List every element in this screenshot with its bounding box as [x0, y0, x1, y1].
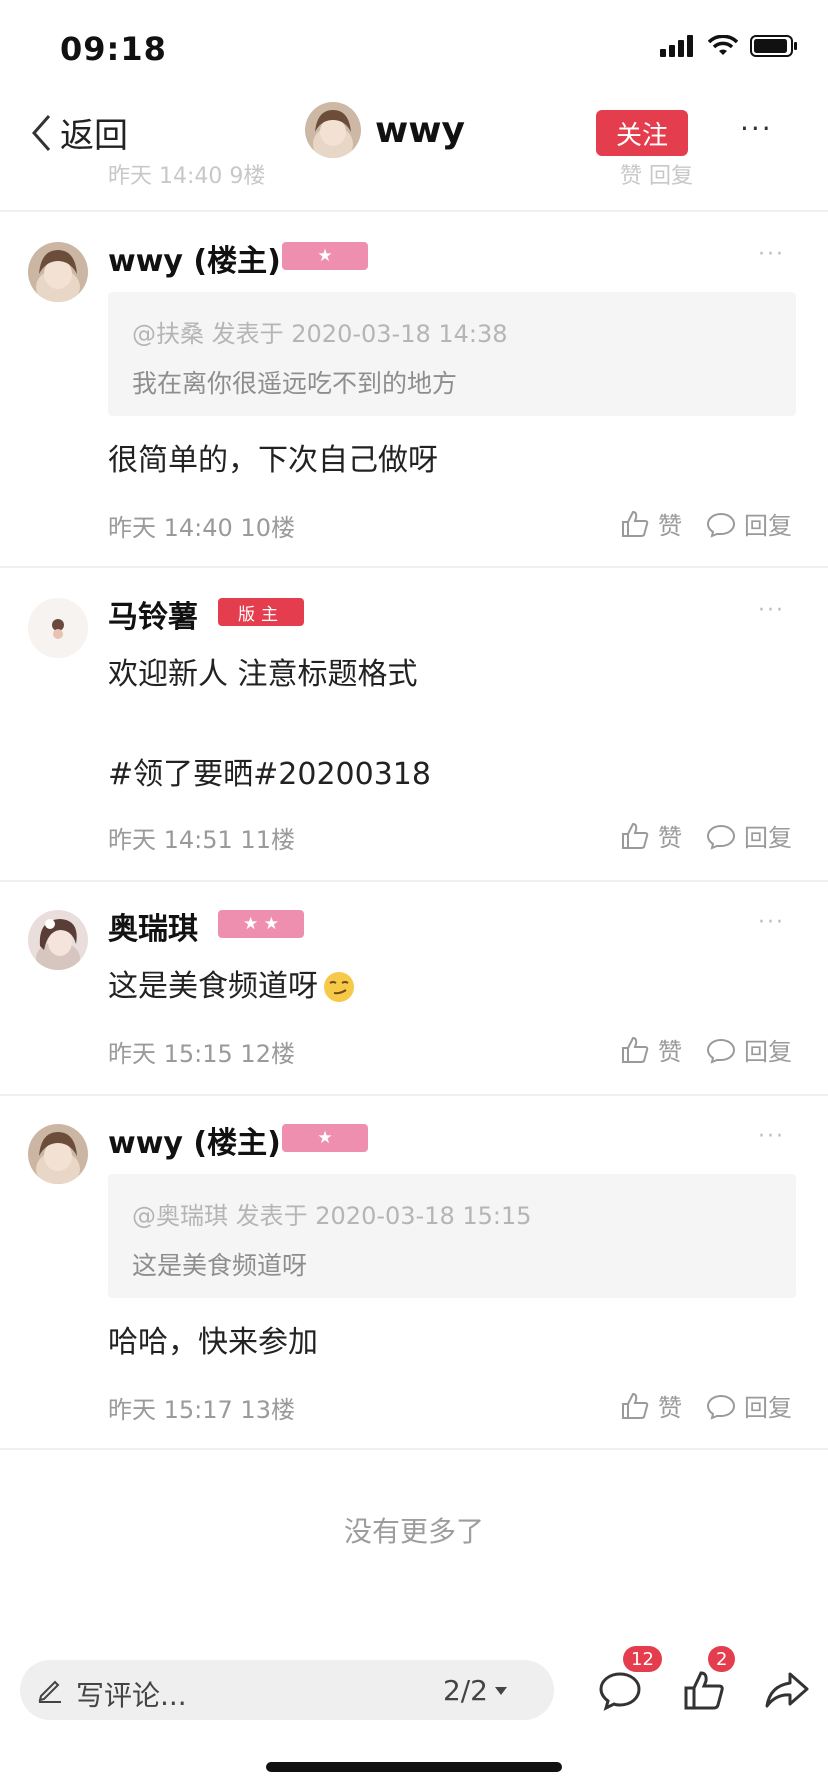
divider — [0, 566, 828, 568]
like-button[interactable]: 赞 — [620, 1032, 682, 1067]
share-button[interactable] — [764, 1668, 810, 1716]
thumbs-up-icon — [622, 1036, 649, 1063]
previous-post-meta: 昨天 14:40 9楼 — [108, 164, 266, 189]
like-label: 赞 — [658, 1394, 682, 1422]
quote-meta: @奥瑞琪 发表于 2020-03-18 15:15 — [132, 1202, 532, 1230]
like-label: 赞 — [658, 1038, 682, 1066]
thumbs-up-icon — [622, 1392, 649, 1419]
header-avatar — [305, 102, 361, 158]
follow-button[interactable]: 关注 — [596, 110, 688, 156]
share-arrow-icon — [765, 1672, 809, 1708]
header-title-group[interactable]: wwy — [305, 102, 465, 158]
comment-icon — [706, 824, 736, 850]
avatar[interactable] — [28, 1124, 88, 1184]
like-count-badge: 2 — [708, 1646, 736, 1672]
divider — [0, 1448, 828, 1450]
like-label: 赞 — [658, 824, 682, 852]
post-content: 这是美食频道呀 — [108, 969, 318, 1004]
back-label: 返回 — [60, 116, 128, 156]
divider — [0, 880, 828, 882]
back-button[interactable]: 返回 — [30, 108, 128, 157]
quote-meta: @扶桑 发表于 2020-03-18 14:38 — [132, 320, 508, 348]
page-title: wwy — [375, 109, 465, 151]
post-more-icon[interactable]: ··· — [758, 1124, 785, 1149]
end-of-list-text: 没有更多了 — [343, 1515, 484, 1548]
comment-icon — [706, 1394, 736, 1420]
author-name[interactable]: wwy (楼主) — [108, 236, 281, 280]
author-name[interactable]: 马铃薯 — [108, 592, 198, 636]
post-more-icon[interactable]: ··· — [758, 598, 785, 623]
avatar[interactable] — [28, 910, 88, 970]
quoted-reply[interactable]: @奥瑞琪 发表于 2020-03-18 15:15 这是美食频道呀 — [108, 1174, 796, 1298]
thumbs-up-icon — [622, 822, 649, 849]
comment-input[interactable]: 写评论... 2/2 — [20, 1660, 554, 1720]
comment-placeholder: 写评论... — [76, 1679, 187, 1712]
avatar[interactable] — [28, 598, 88, 658]
more-options-icon[interactable]: ··· — [740, 112, 773, 145]
divider — [0, 210, 828, 212]
post-more-icon[interactable]: ··· — [758, 910, 785, 935]
comment-count-badge: 12 — [623, 1646, 662, 1672]
author-name[interactable]: 奥瑞琪 — [108, 904, 198, 948]
like-label: 赞 — [658, 512, 682, 540]
comment-icon — [706, 512, 736, 538]
avatar[interactable] — [28, 242, 88, 302]
page-selector[interactable]: 2/2 — [443, 1674, 508, 1707]
reply-label: 回复 — [744, 1038, 792, 1066]
post-meta: 昨天 15:17 13楼 — [108, 1396, 295, 1424]
chevron-left-icon — [31, 114, 51, 151]
post-meta: 昨天 14:51 11楼 — [108, 826, 295, 854]
quote-text: 我在离你很遥远吃不到的地方 — [132, 369, 458, 398]
page-indicator: 2/2 — [442, 1674, 488, 1707]
cellular-signal-icon — [660, 35, 693, 57]
post-content: 欢迎新人 注意标题格式 #领了要晒#20200318 — [108, 657, 431, 792]
post-content: 哈哈，快来参加 — [108, 1325, 318, 1360]
author-name[interactable]: wwy (楼主) — [108, 1118, 281, 1162]
divider — [0, 1094, 828, 1096]
reply-button[interactable]: 回复 — [706, 1388, 792, 1423]
reply-button[interactable]: 回复 — [706, 1032, 792, 1067]
post-meta: 昨天 15:15 12楼 — [108, 1040, 295, 1068]
thumbs-up-icon — [622, 510, 649, 537]
quote-text: 这是美食频道呀 — [132, 1251, 308, 1280]
level-badge: ★ — [282, 1124, 368, 1152]
reply-label: 回复 — [744, 1394, 792, 1422]
level-badge: ★ ★ — [218, 910, 304, 938]
pencil-icon — [38, 1680, 61, 1703]
status-icons — [660, 34, 798, 58]
like-button[interactable]: 赞 — [620, 506, 682, 541]
level-badge: ★ — [282, 242, 368, 270]
like-button[interactable]: 赞 — [620, 818, 682, 853]
reply-button[interactable]: 回复 — [706, 818, 792, 853]
post-meta: 昨天 14:40 10楼 — [108, 514, 295, 542]
comments-button[interactable] — [598, 1668, 642, 1716]
reply-label: 回复 — [744, 512, 792, 540]
previous-post-actions: 赞 回复 — [620, 164, 693, 189]
smirk-emoji-icon — [324, 972, 354, 1002]
caret-down-icon — [495, 1686, 507, 1695]
home-indicator — [266, 1762, 562, 1772]
moderator-badge: 版主 — [218, 598, 304, 626]
reply-button[interactable]: 回复 — [706, 506, 792, 541]
battery-icon — [750, 35, 797, 57]
post-content-row: 这是美食频道呀 — [108, 962, 356, 1012]
reply-label: 回复 — [744, 824, 792, 852]
comment-icon — [706, 1038, 736, 1064]
quoted-reply[interactable]: @扶桑 发表于 2020-03-18 14:38 我在离你很遥远吃不到的地方 — [108, 292, 796, 416]
comment-icon — [599, 1672, 641, 1711]
like-button[interactable]: 赞 — [620, 1388, 682, 1423]
post-content: 很简单的，下次自己做呀 — [108, 443, 438, 478]
like-post-button[interactable] — [682, 1668, 726, 1716]
wifi-icon — [708, 35, 738, 55]
post-more-icon[interactable]: ··· — [758, 242, 785, 267]
status-time: 09:18 — [60, 30, 167, 68]
thumbs-up-icon — [684, 1671, 724, 1710]
